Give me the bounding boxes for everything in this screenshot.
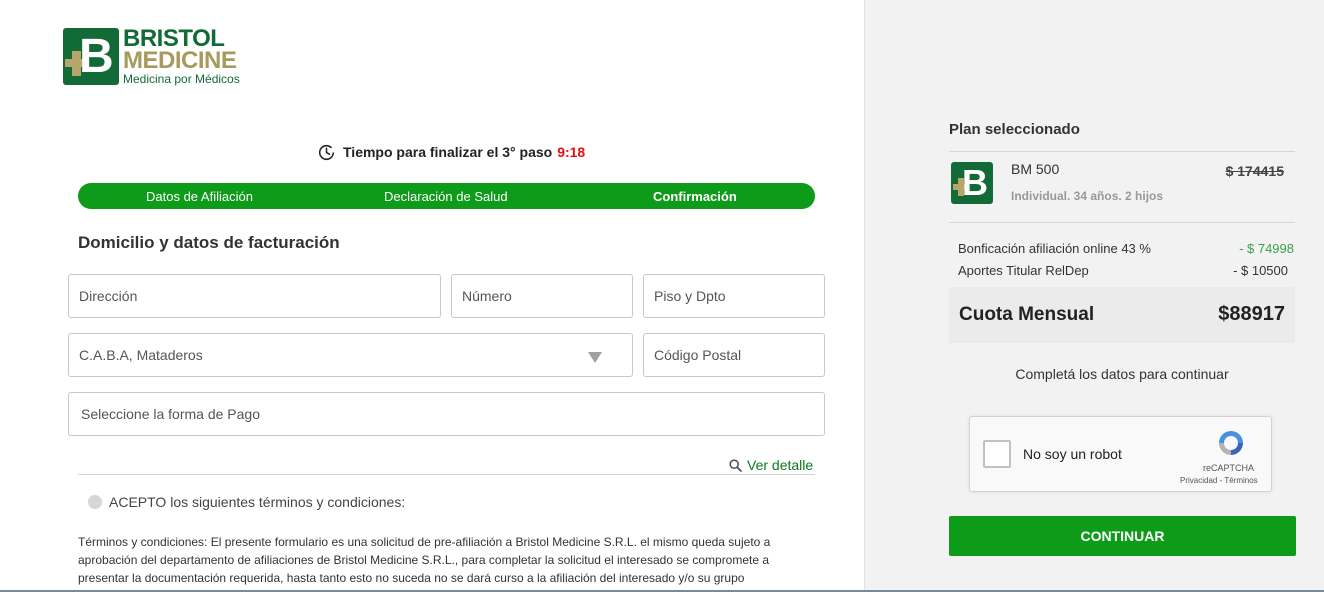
recaptcha-links[interactable]: Privacidad - Términos: [1180, 476, 1258, 485]
piso-dpto-placeholder: Piso y Dpto: [654, 288, 726, 304]
localidad-select[interactable]: C.A.B.A, Mataderos: [68, 333, 633, 377]
logo-mark-icon: B: [63, 28, 119, 85]
bonificacion-row: Bonficación afiliación online 43 % - $ 7…: [958, 241, 1294, 256]
numero-input[interactable]: Número: [451, 274, 633, 318]
step-confirmacion: Confirmación: [653, 188, 737, 204]
timer-label: Tiempo para finalizar el 3° paso: [343, 144, 553, 160]
divider: [949, 151, 1295, 152]
piso-dpto-input[interactable]: Piso y Dpto: [643, 274, 825, 318]
localidad-value: C.A.B.A, Mataderos: [79, 347, 203, 363]
timer-value: 9:18: [557, 144, 586, 160]
section-title: Domicilio y datos de facturación: [78, 233, 340, 252]
accept-terms-radio[interactable]: ACEPTO los siguientes términos y condici…: [88, 494, 405, 510]
progress-steps: Datos de Afiliación Declaración de Salud…: [78, 183, 815, 209]
divider: [949, 222, 1295, 223]
chevron-down-icon: [588, 352, 602, 363]
plan-name: BM 500: [1011, 161, 1060, 177]
recaptcha-icon: [1219, 431, 1243, 455]
direccion-placeholder: Dirección: [79, 288, 138, 304]
plan-description: Individual. 34 años. 2 hijos: [1011, 189, 1164, 203]
continue-label: CONTINUAR: [1080, 528, 1165, 544]
numero-placeholder: Número: [462, 288, 512, 304]
recaptcha-widget: No soy un robot reCAPTCHA Privacidad - T…: [969, 416, 1272, 492]
step-datos-afiliacion: Datos de Afiliación: [146, 188, 253, 204]
clock-icon: [318, 144, 335, 160]
recaptcha-brand: reCAPTCHA: [1203, 463, 1255, 473]
complete-message: Completá los datos para continuar: [1015, 366, 1229, 382]
plan-sidebar: Plan seleccionado B BM 500 Individual. 3…: [864, 0, 1324, 592]
recaptcha-label: No soy un robot: [1023, 446, 1122, 462]
bonificacion-label: Bonficación afiliación online 43 %: [958, 241, 1151, 256]
cuota-mensual-box: Cuota Mensual $88917: [949, 287, 1295, 343]
plan-title: Plan seleccionado: [949, 121, 1080, 138]
aportes-label: Aportes Titular RelDep: [958, 263, 1089, 278]
logo-tagline: Medicina por Médicos: [123, 72, 240, 86]
cuota-label: Cuota Mensual: [959, 304, 1095, 325]
divider: [78, 474, 815, 475]
forma-pago-select[interactable]: Seleccione la forma de Pago: [68, 392, 825, 436]
bristol-logo[interactable]: B BRISTOL MEDICINE Medicina por Médicos: [63, 26, 253, 88]
codigo-postal-placeholder: Código Postal: [654, 347, 742, 363]
radio-icon: [88, 495, 102, 509]
ver-detalle-label: Ver detalle: [747, 457, 814, 473]
plan-logo-icon: B: [951, 162, 993, 204]
logo-letter: B: [79, 30, 114, 83]
logo-name-line2: MEDICINE: [123, 47, 237, 74]
step-declaracion-salud: Declaración de Salud: [384, 188, 508, 204]
bonificacion-amount: - $ 74998: [1239, 241, 1294, 256]
accept-terms-label: ACEPTO los siguientes términos y condici…: [109, 494, 406, 510]
direccion-input[interactable]: Dirección: [68, 274, 441, 318]
terms-text: Términos y condiciones: El presente form…: [78, 535, 771, 585]
ver-detalle-link[interactable]: Ver detalle: [729, 457, 813, 473]
aportes-row: Aportes Titular RelDep - $ 10500: [958, 263, 1288, 278]
search-icon: [729, 458, 742, 472]
recaptcha-checkbox[interactable]: [983, 440, 1011, 468]
codigo-postal-input[interactable]: Código Postal: [643, 333, 825, 377]
plan-logo-letter: B: [962, 162, 988, 203]
main-panel: B BRISTOL MEDICINE Medicina por Médicos …: [0, 0, 864, 592]
aportes-amount: - $ 10500: [1233, 263, 1288, 278]
plan-old-price: $ 174415: [1225, 163, 1284, 179]
continue-button[interactable]: CONTINUAR: [949, 516, 1296, 556]
step-timer: Tiempo para finalizar el 3° paso 9:18: [318, 142, 585, 162]
forma-pago-placeholder: Seleccione la forma de Pago: [81, 406, 260, 422]
cuota-value: $88917: [1218, 303, 1285, 325]
